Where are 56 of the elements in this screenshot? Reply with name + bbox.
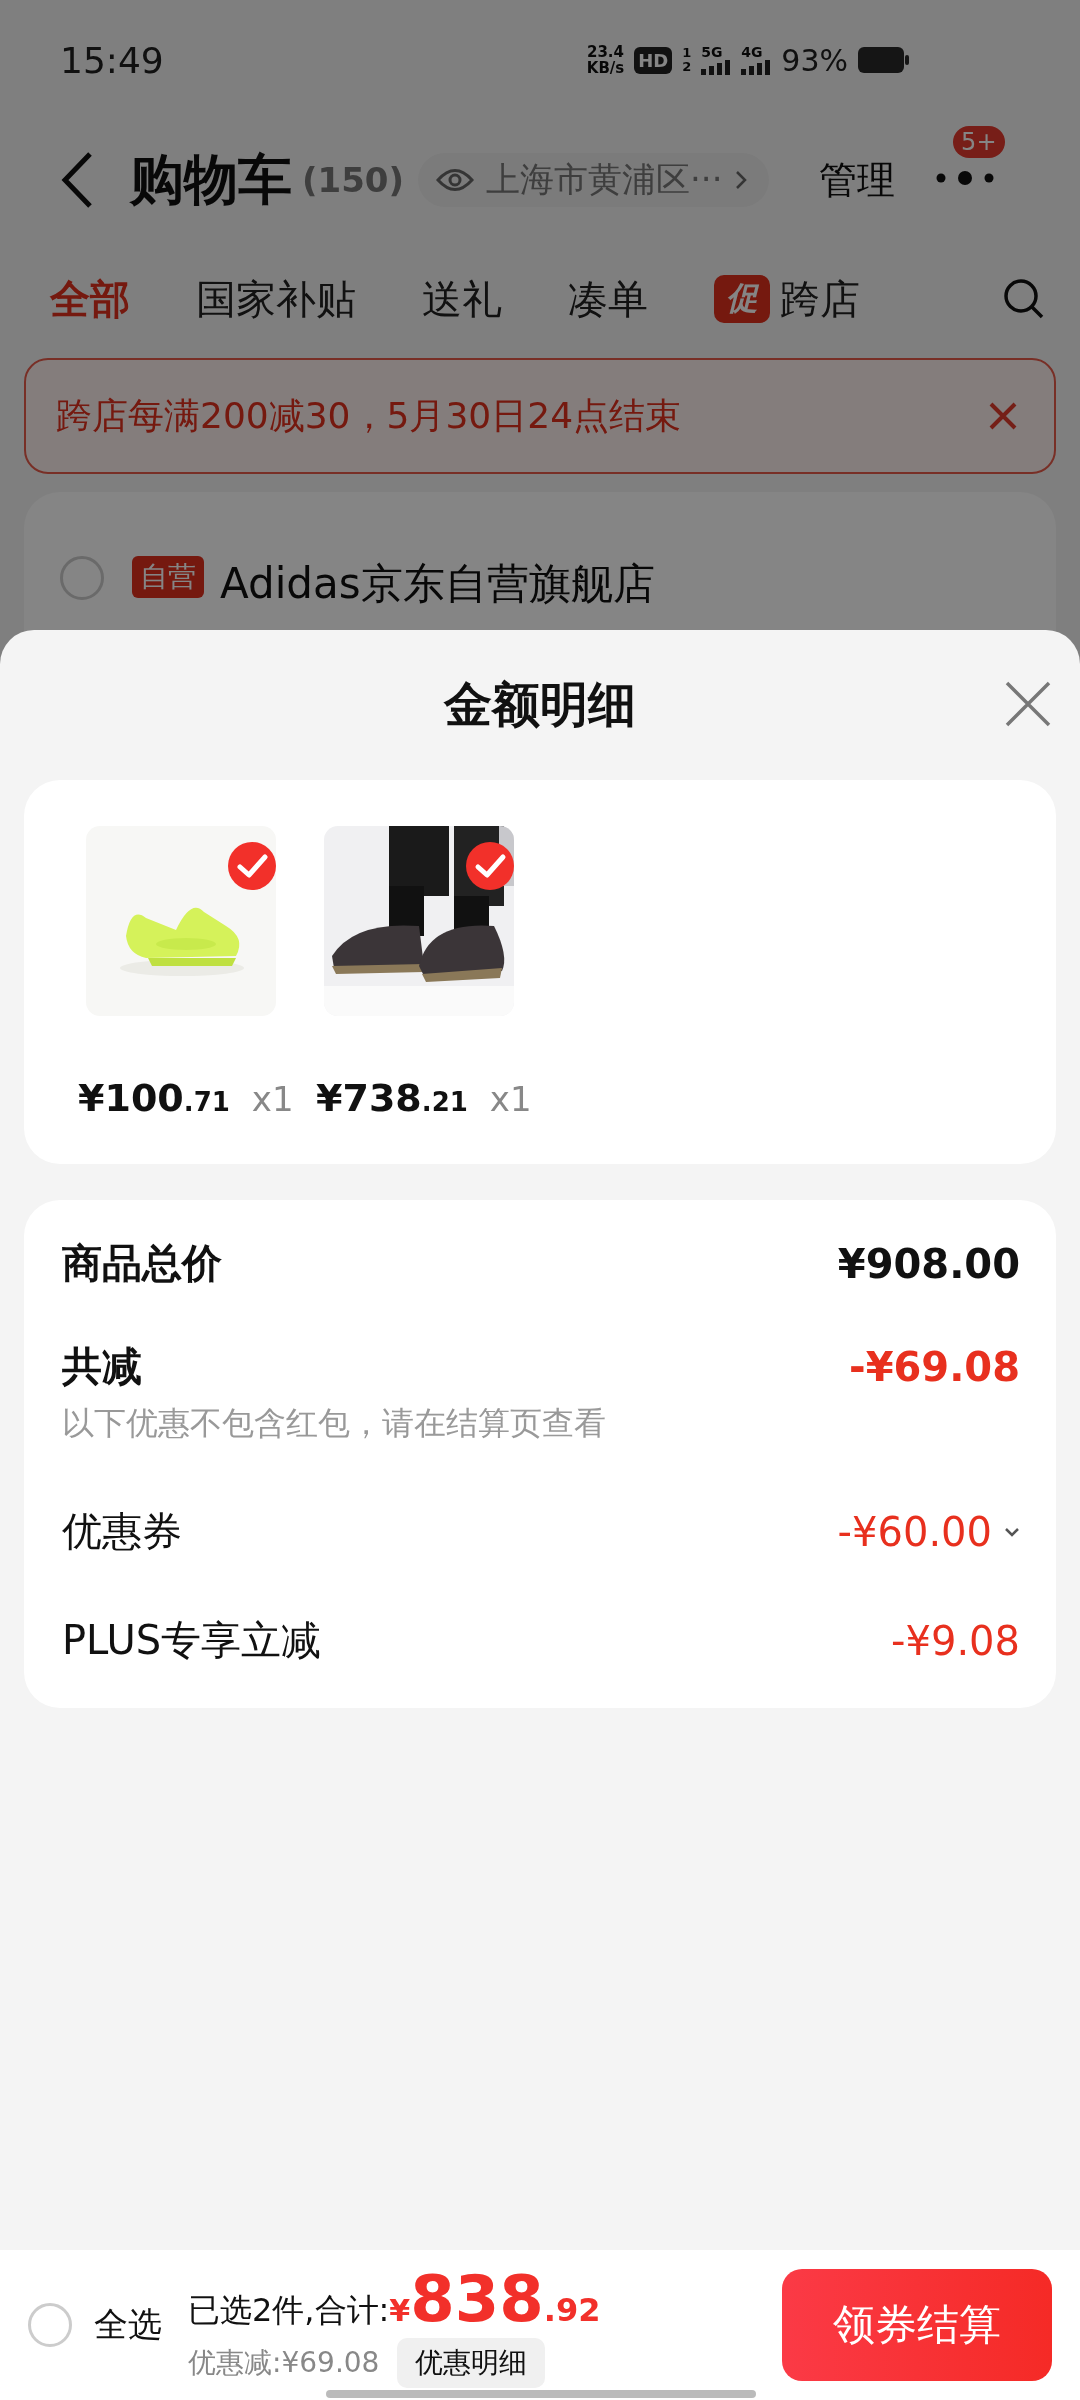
close-icon[interactable]	[1004, 680, 1052, 728]
discount-details-button[interactable]: 优惠明细	[397, 2338, 546, 2388]
back-icon[interactable]	[60, 151, 94, 209]
discount-item-label: 优惠券	[62, 1507, 182, 1556]
sim-slot-label: 1 2	[682, 46, 692, 74]
discount-item-label: PLUS专享立减	[62, 1616, 322, 1665]
hd-voice-indicator: HD	[634, 46, 673, 74]
discount-value: -¥69.08	[849, 1343, 1020, 1390]
select-all-label[interactable]: 全选	[94, 2302, 162, 2348]
status-time: 15:49	[60, 39, 164, 81]
checked-icon[interactable]	[228, 842, 276, 890]
notification-badge: 5+	[953, 126, 1005, 158]
item-quantity: x1	[251, 1079, 294, 1119]
category-tab[interactable]: 全部	[50, 271, 130, 327]
discount-amount: 优惠减:¥69.08	[188, 2345, 380, 2381]
close-icon[interactable]	[988, 401, 1018, 431]
signal-icon	[741, 59, 772, 75]
network-type: 5G	[701, 45, 723, 59]
item-quantity: x1	[489, 1079, 532, 1119]
category-tab[interactable]: 凑单	[568, 271, 648, 327]
checked-icon[interactable]	[466, 842, 514, 890]
checkout-button[interactable]: 领券结算	[782, 2269, 1052, 2381]
selected-summary: 已选2件,合计:	[188, 2290, 390, 2331]
discount-item-value: -¥9.08	[891, 1617, 1020, 1664]
category-tab[interactable]: 送礼	[422, 271, 502, 327]
cart-count: (150)	[302, 160, 405, 200]
total-value: ¥908.00	[837, 1240, 1020, 1287]
total-amount: ¥838.92	[389, 2262, 601, 2336]
search-icon[interactable]	[1002, 277, 1046, 321]
item-price: ¥100.71	[78, 1076, 230, 1120]
network-type: 4G	[741, 45, 763, 59]
promo-text: 跨店每满200减30，5月30日24点结束	[56, 393, 682, 438]
more-icon[interactable]	[934, 168, 995, 188]
network-speed: 23.4 KB/s	[586, 44, 625, 76]
store-checkbox[interactable]	[60, 556, 104, 600]
manage-button[interactable]: 管理	[818, 154, 895, 206]
item-price: ¥738.21	[316, 1076, 468, 1120]
location-selector[interactable]: 上海市黄浦区···	[418, 153, 769, 207]
eye-icon	[436, 167, 475, 193]
store-name[interactable]: Adidas京东自营旗舰店	[220, 556, 655, 612]
total-label: 商品总价	[62, 1239, 222, 1288]
discount-note: 以下优惠不包含红包，请在结算页查看	[62, 1403, 607, 1444]
discount-item-value: -¥60.00	[837, 1508, 992, 1555]
page-title: 购物车	[130, 146, 292, 213]
category-tab[interactable]: 国家补贴	[196, 271, 356, 327]
discount-label: 共减	[62, 1342, 142, 1391]
promo-tag: 促	[714, 275, 770, 323]
select-all-checkbox[interactable]	[28, 2303, 72, 2347]
self-operated-tag: 自营	[132, 556, 204, 598]
chevron-icon[interactable]	[1004, 1526, 1020, 1537]
chevron-right-icon	[734, 170, 747, 190]
sheet-title: 金额明细	[444, 675, 636, 734]
signal-icon	[701, 59, 732, 75]
battery-icon	[858, 47, 910, 73]
category-tab[interactable]: 促 跨店	[714, 271, 860, 327]
battery-level: 93%	[781, 42, 848, 78]
